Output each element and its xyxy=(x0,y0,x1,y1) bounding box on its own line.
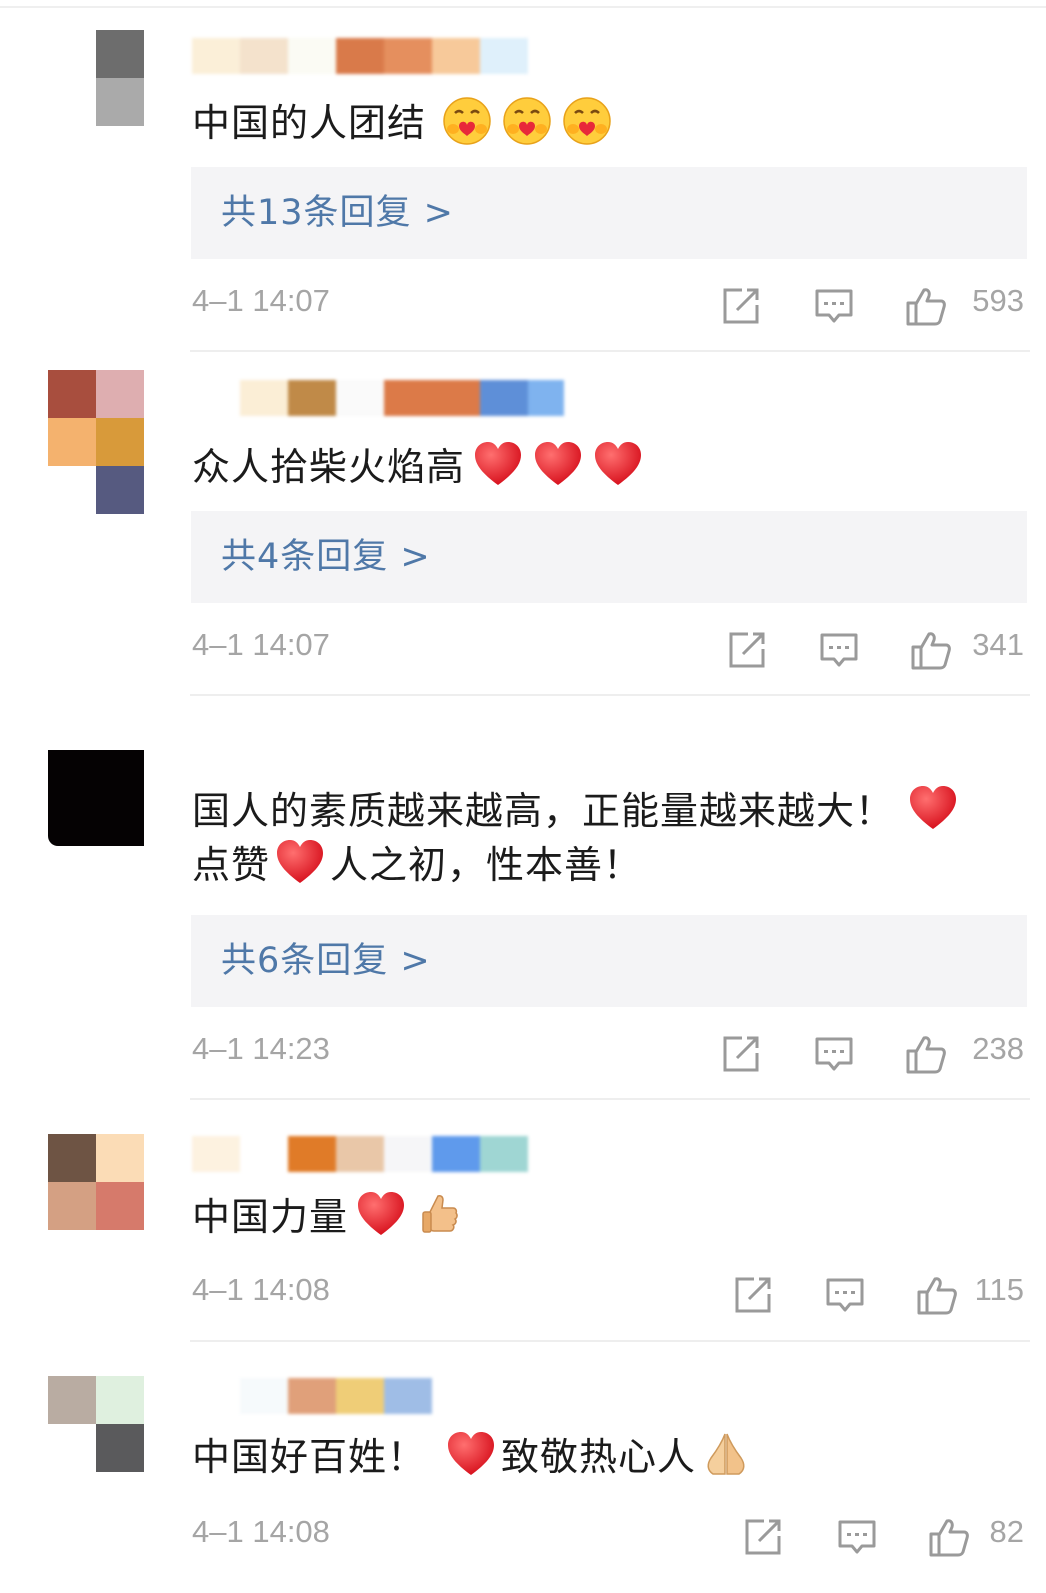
avatar[interactable] xyxy=(48,30,144,126)
red-heart-emoji-icon xyxy=(908,784,958,834)
timestamp: 4–1 14:07 xyxy=(192,627,330,662)
avatar[interactable] xyxy=(48,370,144,466)
username-blurred[interactable] xyxy=(192,380,564,416)
comment-text: 中国的人团结 xyxy=(192,96,1022,148)
replies-count-link: 共13条回复 > xyxy=(221,193,454,233)
thumbs-up-emoji-icon xyxy=(416,1190,466,1240)
comment-item: 中国力量 4–1 14:08 115 xyxy=(0,1100,1046,1342)
hugging-face-emoji-icon xyxy=(562,96,612,146)
username-blurred[interactable] xyxy=(192,38,528,74)
comment-meta: 4–1 14:08 115 xyxy=(0,1270,1046,1320)
username-blurred[interactable] xyxy=(192,1378,432,1414)
red-heart-emoji-icon xyxy=(275,838,325,888)
thumbs-up-icon[interactable] xyxy=(916,1274,958,1316)
timestamp: 4–1 14:07 xyxy=(192,283,330,318)
comment-icon[interactable] xyxy=(818,629,860,671)
avatar[interactable] xyxy=(48,1134,144,1230)
comment-text: 国人的素质越来越高，正能量越来越大！ 点赞 人之初，性本善！ xyxy=(192,784,1022,892)
replies-count-link: 共6条回复 > xyxy=(221,941,431,981)
comment-text: 中国好百姓！ 致敬热心人 xyxy=(192,1430,1022,1482)
timestamp: 4–1 14:23 xyxy=(192,1031,330,1066)
replies-count-link: 共4条回复 > xyxy=(221,537,431,577)
view-replies-button[interactable]: 共13条回复 > xyxy=(191,167,1027,259)
red-heart-emoji-icon xyxy=(533,440,583,490)
comment-meta: 4–1 14:23 238 xyxy=(0,1029,1046,1079)
comment-icon[interactable] xyxy=(813,285,855,327)
like-count: 238 xyxy=(972,1031,1024,1066)
comment-meta: 4–1 14:08 82 xyxy=(0,1512,1046,1562)
like-count: 115 xyxy=(974,1272,1024,1307)
comment-text-a: 中国好百姓！ xyxy=(192,1435,427,1479)
red-heart-emoji-icon xyxy=(356,1190,406,1240)
comment-text: 众人拾柴火焰高 xyxy=(192,440,1022,492)
share-icon[interactable] xyxy=(732,1274,774,1316)
share-icon[interactable] xyxy=(720,1033,762,1075)
username-blurred[interactable] xyxy=(192,1136,528,1172)
like-count: 593 xyxy=(972,283,1024,318)
comment-text: 中国力量 xyxy=(192,1190,1022,1242)
comment-text-content: 中国力量 xyxy=(192,1195,349,1239)
thumbs-up-icon[interactable] xyxy=(905,1033,947,1075)
red-heart-emoji-icon xyxy=(446,1430,496,1480)
thumbs-up-icon[interactable] xyxy=(905,285,947,327)
like-count: 82 xyxy=(989,1514,1024,1549)
comment-text-content: 中国的人团结 xyxy=(192,101,427,145)
like-count: 341 xyxy=(972,627,1024,662)
share-icon[interactable] xyxy=(726,629,768,671)
comment-icon[interactable] xyxy=(813,1033,855,1075)
timestamp: 4–1 14:08 xyxy=(192,1514,330,1549)
red-heart-emoji-icon xyxy=(473,440,523,490)
comment-item: 国人的素质越来越高，正能量越来越大！ 点赞 人之初，性本善！ 共6条回复 > 4–… xyxy=(0,696,1046,1100)
comment-item: 中国的人团结 共13条回复 > 4–1 14:07 593 xyxy=(0,0,1046,352)
share-icon[interactable] xyxy=(720,285,762,327)
comment-meta: 4–1 14:07 341 xyxy=(0,625,1046,675)
hugging-face-emoji-icon xyxy=(502,96,552,146)
comment-icon[interactable] xyxy=(836,1516,878,1558)
avatar[interactable] xyxy=(48,750,144,846)
thumbs-up-icon[interactable] xyxy=(928,1516,970,1558)
comment-text-line2a: 点赞 xyxy=(192,843,271,887)
thumbs-up-icon[interactable] xyxy=(910,629,952,671)
comment-text-b: 致敬热心人 xyxy=(501,1435,697,1479)
view-replies-button[interactable]: 共4条回复 > xyxy=(191,511,1027,603)
view-replies-button[interactable]: 共6条回复 > xyxy=(191,915,1027,1007)
comment-meta: 4–1 14:07 593 xyxy=(0,281,1046,331)
comment-text-content: 众人拾柴火焰高 xyxy=(192,445,466,489)
comment-item: 中国好百姓！ 致敬热心人 4–1 14:08 82 xyxy=(0,1342,1046,1593)
comment-text-line2b: 人之初，性本善！ xyxy=(330,843,643,887)
avatar-lower xyxy=(48,466,144,514)
avatar[interactable] xyxy=(48,1376,144,1472)
share-icon[interactable] xyxy=(742,1516,784,1558)
hugging-face-emoji-icon xyxy=(442,96,492,146)
timestamp: 4–1 14:08 xyxy=(192,1272,330,1307)
folded-hands-emoji-icon xyxy=(701,1430,751,1480)
comment-text-line1: 国人的素质越来越高，正能量越来越大！ xyxy=(192,789,895,833)
comment-icon[interactable] xyxy=(824,1274,866,1316)
red-heart-emoji-icon xyxy=(593,440,643,490)
comment-item: 众人拾柴火焰高 共4条回复 > 4–1 14:07 341 xyxy=(0,352,1046,696)
